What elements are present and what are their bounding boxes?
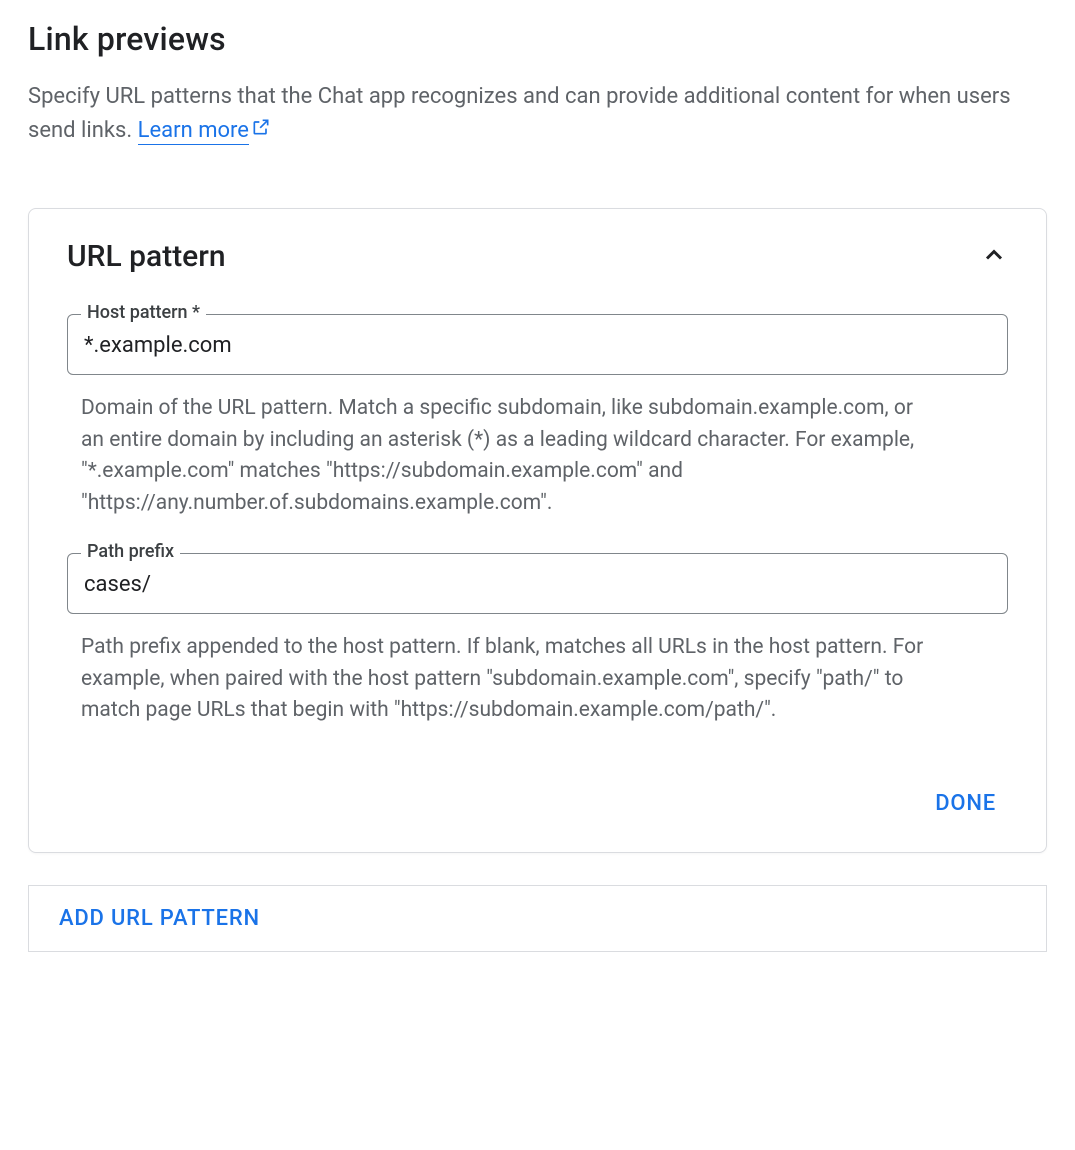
page-title: Link previews bbox=[28, 20, 1047, 58]
host-pattern-field: Host pattern * bbox=[67, 314, 1008, 375]
host-pattern-input[interactable] bbox=[67, 314, 1008, 375]
host-pattern-helper: Domain of the URL pattern. Match a speci… bbox=[67, 387, 947, 519]
page-description: Specify URL patterns that the Chat app r… bbox=[28, 80, 1038, 148]
path-prefix-helper: Path prefix appended to the host pattern… bbox=[67, 626, 947, 727]
add-url-pattern-row: ADD URL PATTERN bbox=[28, 885, 1047, 952]
card-header[interactable]: URL pattern bbox=[67, 239, 1008, 274]
learn-more-link[interactable]: Learn more bbox=[138, 118, 249, 145]
path-prefix-input[interactable] bbox=[67, 553, 1008, 614]
url-pattern-card: URL pattern Host pattern * Domain of the… bbox=[28, 208, 1047, 853]
card-actions: DONE bbox=[67, 783, 1008, 824]
chevron-up-icon[interactable] bbox=[980, 241, 1008, 273]
card-title: URL pattern bbox=[67, 239, 226, 274]
path-prefix-field: Path prefix bbox=[67, 553, 1008, 614]
path-prefix-label: Path prefix bbox=[81, 541, 180, 562]
external-link-icon bbox=[251, 114, 271, 148]
done-button[interactable]: DONE bbox=[923, 783, 1008, 824]
host-pattern-label: Host pattern * bbox=[81, 302, 206, 323]
add-url-pattern-button[interactable]: ADD URL PATTERN bbox=[59, 906, 260, 931]
